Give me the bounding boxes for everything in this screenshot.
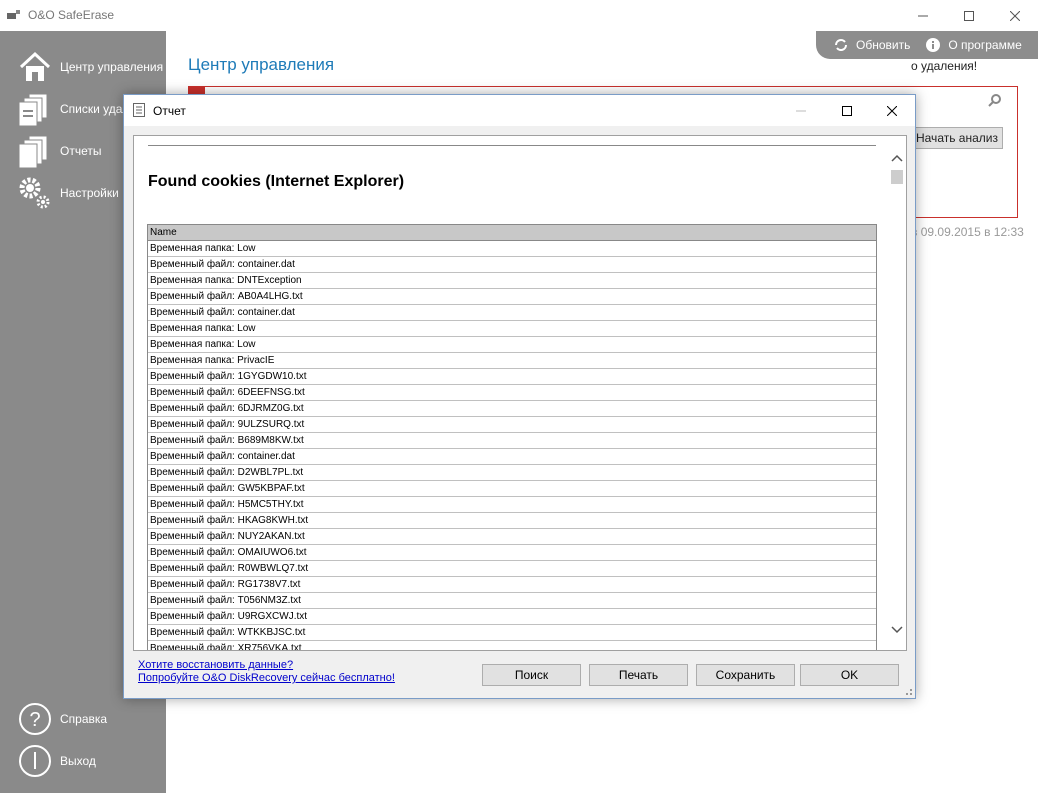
table-row: Временный файл: 6DJRMZ0G.txt xyxy=(148,401,876,417)
dialog-titlebar: Отчет xyxy=(124,95,915,126)
app-logo-icon xyxy=(7,10,20,19)
report-icon xyxy=(133,103,145,117)
table-row: Временный файл: 6DEEFNSG.txt xyxy=(148,385,876,401)
table-row: Временный файл: T056NM3Z.txt xyxy=(148,593,876,609)
table-row: Временный файл: RG1738V7.txt xyxy=(148,577,876,593)
reports-icon xyxy=(18,135,48,169)
sidebar-item-label: Отчеты xyxy=(60,144,102,158)
table-row: Временный файл: B689M8KW.txt xyxy=(148,433,876,449)
sidebar-item-label: Справка xyxy=(60,712,108,726)
help-icon: ? xyxy=(19,703,51,735)
resize-grip-icon[interactable] xyxy=(903,686,913,696)
report-dialog: Отчет Found cookies (Internet Explorer) … xyxy=(123,94,916,699)
main-titlebar: O&O SafeErase xyxy=(0,0,1038,31)
scroll-up-button[interactable] xyxy=(887,150,906,166)
scroll-thumb[interactable] xyxy=(891,170,903,184)
refresh-icon xyxy=(835,39,847,51)
table-row: Временный файл: container.dat xyxy=(148,305,876,321)
minimize-icon xyxy=(918,15,928,16)
dialog-maximize-button[interactable] xyxy=(824,95,870,126)
top-action-bar: Обновить О программе xyxy=(816,31,1038,59)
search-button[interactable]: Поиск xyxy=(482,664,581,686)
table-row: Временный файл: H5MC5THY.txt xyxy=(148,497,876,513)
start-analysis-button[interactable]: Начать анализ xyxy=(911,127,1003,149)
settings-icon xyxy=(19,177,50,209)
maximize-button[interactable] xyxy=(946,0,992,31)
sidebar-item-exit[interactable]: Выход xyxy=(0,740,166,782)
scroll-down-button[interactable] xyxy=(887,622,906,638)
maximize-icon xyxy=(964,10,974,21)
table-row: Временная папка: DNTException xyxy=(148,273,876,289)
report-content[interactable]: Found cookies (Internet Explorer) Name В… xyxy=(133,135,907,651)
power-icon xyxy=(19,745,51,777)
table-row: Временный файл: 1GYGDW10.txt xyxy=(148,369,876,385)
svg-text:?: ? xyxy=(29,709,40,731)
table-row: Временный файл: U9RGXCWJ.txt xyxy=(148,609,876,625)
app-title: O&O SafeErase xyxy=(28,8,115,22)
save-button[interactable]: Сохранить xyxy=(696,664,795,686)
vertical-scrollbar[interactable] xyxy=(887,136,906,650)
sidebar-item-label: Центр управления xyxy=(60,60,164,74)
update-button[interactable]: Обновить xyxy=(856,38,910,52)
chevron-up-icon xyxy=(891,154,903,162)
close-button[interactable] xyxy=(992,0,1038,31)
dialog-close-button[interactable] xyxy=(869,95,915,126)
lists-icon xyxy=(18,93,48,127)
minimize-icon xyxy=(796,110,806,111)
table-row: Временный файл: R0WBWLQ7.txt xyxy=(148,561,876,577)
table-row: Временный файл: AB0A4LHG.txt xyxy=(148,289,876,305)
page-title: Центр управления xyxy=(188,55,335,74)
maximize-icon xyxy=(842,105,852,116)
table-row: Временный файл: container.dat xyxy=(148,449,876,465)
table-row: Временный файл: XR756VKA.txt xyxy=(148,641,876,650)
close-icon xyxy=(887,105,897,116)
minimize-button[interactable] xyxy=(900,0,946,31)
info-icon xyxy=(926,38,941,52)
table-row: Временный файл: HKAG8KWH.txt xyxy=(148,513,876,529)
chevron-down-icon xyxy=(891,626,903,634)
table-header: Name xyxy=(148,225,876,241)
table-row: Временная папка: Low xyxy=(148,241,876,257)
table-row: Временный файл: 9ULZSURQ.txt xyxy=(148,417,876,433)
sidebar-item-help[interactable]: ? Справка xyxy=(0,698,166,740)
cookies-table: Name Временная папка: Low Временный файл:… xyxy=(147,224,877,650)
about-button[interactable]: О программе xyxy=(948,38,1021,52)
ok-button[interactable]: OK xyxy=(800,664,899,686)
table-row: Временный файл: WTKKBJSC.txt xyxy=(148,625,876,641)
divider xyxy=(148,145,876,146)
search-icon[interactable] xyxy=(988,93,1002,107)
table-row: Временный файл: GW5KBPAF.txt xyxy=(148,481,876,497)
table-row: Временный файл: container.dat xyxy=(148,257,876,273)
diskrecovery-link[interactable]: Попробуйте O&O DiskRecovery сейчас беспл… xyxy=(138,672,395,684)
table-row: Временный файл: D2WBL7PL.txt xyxy=(148,465,876,481)
table-row: Временный файл: NUY2AKAN.txt xyxy=(148,529,876,545)
sidebar-item-control-center[interactable]: Центр управления xyxy=(0,46,166,88)
home-icon xyxy=(19,51,51,81)
sidebar-item-label: Настройки xyxy=(60,186,119,200)
status-message: о удаления! xyxy=(911,59,978,73)
dialog-minimize-button[interactable] xyxy=(778,95,824,126)
table-row: Временная папка: Low xyxy=(148,337,876,353)
table-row: Временный файл: OMAIUWO6.txt xyxy=(148,545,876,561)
print-button[interactable]: Печать xyxy=(589,664,688,686)
report-heading: Found cookies (Internet Explorer) xyxy=(148,173,405,190)
sidebar-item-label: Выход xyxy=(60,754,96,768)
sidebar-item-label: Списки удал xyxy=(60,102,130,116)
table-row: Временная папка: PrivacIE xyxy=(148,353,876,369)
restore-data-link[interactable]: Хотите восстановить данные? xyxy=(138,659,293,671)
table-row: Временная папка: Low xyxy=(148,321,876,337)
close-icon xyxy=(1010,10,1020,21)
dialog-title: Отчет xyxy=(153,104,186,118)
last-analysis-date: в 09.09.2015 в 12:33 xyxy=(911,225,1024,239)
